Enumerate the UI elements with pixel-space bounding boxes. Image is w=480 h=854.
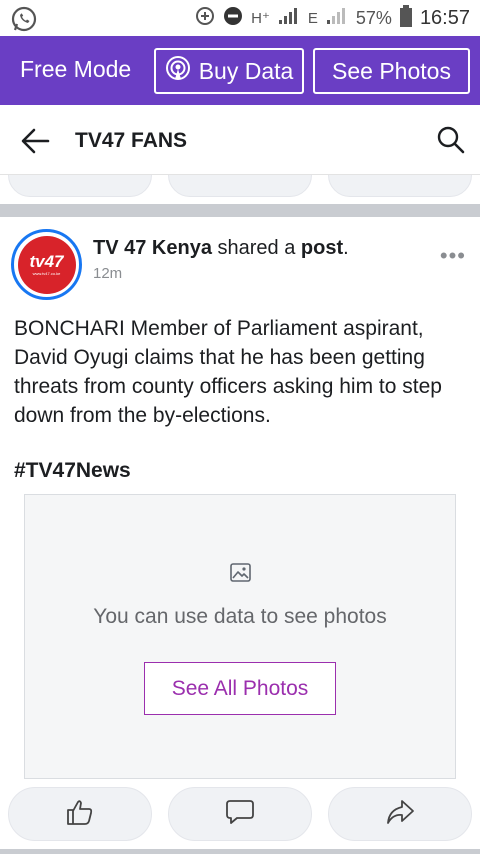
signal-icon <box>278 7 300 30</box>
image-icon <box>229 561 253 590</box>
share-icon <box>385 798 415 831</box>
clock: 16:57 <box>419 6 470 29</box>
page-title: TV47 FANS <box>75 129 188 152</box>
previous-share-button[interactable] <box>328 175 472 197</box>
post-header: tv47 www.tv47.co.ke TV 47 Kenya shared a… <box>0 217 480 312</box>
shared-post-link[interactable]: post <box>301 237 343 259</box>
battery-percent: 57% <box>355 7 392 28</box>
buy-data-button[interactable]: Buy Data <box>154 48 304 94</box>
tv47-logo: tv47 www.tv47.co.ke <box>17 235 76 294</box>
post-actions <box>0 787 480 845</box>
free-mode-title: Free Mode <box>20 56 132 82</box>
avatar-logo-text: tv47 <box>29 252 64 271</box>
previous-comment-button[interactable] <box>168 175 312 197</box>
arrow-left-icon[interactable] <box>20 127 50 160</box>
photo-placeholder: You can use data to see photos See All P… <box>24 494 456 779</box>
group-header: TV47 FANS <box>0 105 480 175</box>
broadcast-icon <box>165 55 191 87</box>
photo-data-message: You can use data to see photos <box>93 605 387 628</box>
post-timestamp[interactable]: 12m <box>93 265 122 282</box>
more-options-icon[interactable]: ••• <box>440 243 466 269</box>
post-hashtag[interactable]: #TV47News <box>14 459 131 483</box>
see-photos-label: See Photos <box>332 57 451 84</box>
share-button[interactable] <box>328 787 472 841</box>
comment-icon <box>225 798 255 831</box>
search-icon[interactable] <box>436 125 466 160</box>
avatar-logo-url: www.tv47.co.ke <box>32 271 61 276</box>
thumbs-up-icon <box>65 798 95 831</box>
like-button[interactable] <box>8 787 152 841</box>
battery-icon <box>399 4 412 32</box>
action-end: . <box>343 237 349 259</box>
previous-like-button[interactable] <box>8 175 152 197</box>
feed-divider <box>0 204 480 217</box>
see-all-photos-button[interactable]: See All Photos <box>144 662 336 715</box>
network-type-2-label: E <box>307 9 318 27</box>
see-photos-button[interactable]: See Photos <box>313 48 470 94</box>
sync-icon <box>195 6 215 31</box>
action-text: shared a <box>211 237 301 259</box>
signal-2-icon <box>326 7 348 30</box>
post-author-line: TV 47 Kenya shared a post. <box>93 237 349 260</box>
do-not-disturb-icon <box>223 6 243 31</box>
free-mode-bar: Free Mode Buy Data See Photos <box>0 36 480 105</box>
whatsapp-icon <box>10 5 38 38</box>
status-bar: H⁺ E 57% 16:57 <box>0 0 480 36</box>
network-type-label: H⁺ <box>251 10 270 27</box>
see-all-photos-label: See All Photos <box>171 676 309 700</box>
comment-button[interactable] <box>168 787 312 841</box>
bottom-divider <box>0 849 480 854</box>
previous-post-actions <box>0 175 480 204</box>
post-text: BONCHARI Member of Parliament aspirant, … <box>14 317 442 427</box>
author-name[interactable]: TV 47 Kenya <box>93 237 212 259</box>
avatar[interactable]: tv47 www.tv47.co.ke <box>11 229 82 300</box>
buy-data-label: Buy Data <box>198 57 294 84</box>
